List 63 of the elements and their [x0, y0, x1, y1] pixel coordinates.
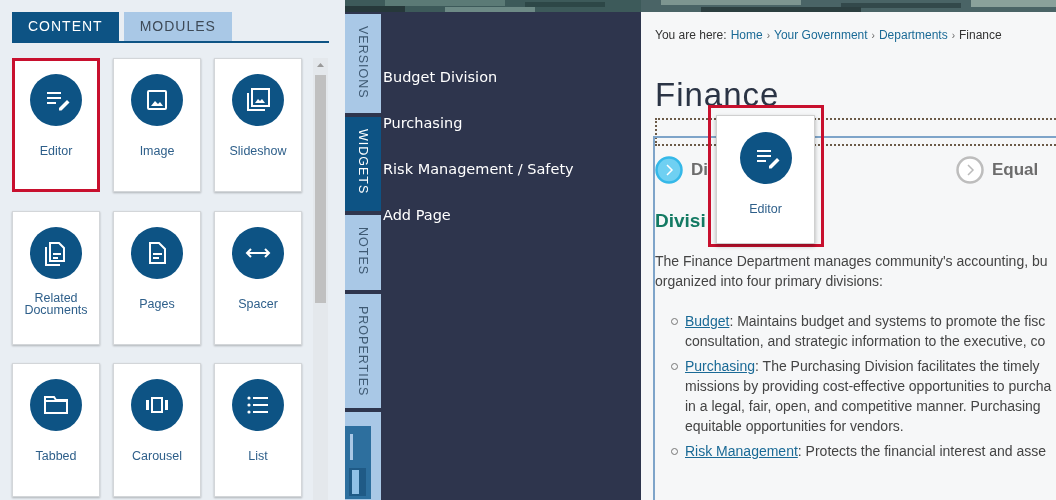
breadcrumb-link[interactable]: Departments [878, 26, 948, 44]
widget-label: Editor [749, 201, 782, 218]
widget-tile[interactable]: List [214, 363, 302, 498]
widget-label: Editor [39, 143, 73, 160]
widget-label: Tabbed [35, 448, 77, 466]
list-item-text: Purchasing: The Purchasing Division facilitates the timely missions by providing cost-effective opportunities to purcha in a legal, fair, open, and competitive manner. Purchasing equitable opportunities for vendors. [685, 357, 1052, 436]
breadcrumb-label: You are here: [655, 27, 727, 44]
panel-tab[interactable]: MODULES [123, 12, 232, 41]
widget-label: Spacer [238, 295, 278, 313]
widget-tile[interactable]: Image [113, 58, 201, 192]
section-tab[interactable]: Di [655, 156, 708, 184]
scrollbar[interactable] [313, 58, 328, 500]
widget-tile[interactable]: Editor [12, 58, 100, 192]
page-icon [131, 226, 183, 279]
chevron-circle-icon [655, 156, 683, 184]
page-link[interactable]: Budget Division [383, 68, 574, 87]
widget-tile[interactable]: Tabbed [12, 363, 100, 498]
page-link[interactable]: Risk Management / Safety [383, 160, 574, 179]
section-heading: Divisi [655, 210, 706, 233]
image-icon [131, 74, 183, 126]
division-link[interactable]: Risk Management [685, 443, 798, 459]
widget-tile[interactable]: Related Documents [12, 210, 100, 345]
section-tab[interactable]: Equal [956, 156, 1039, 184]
side-tab[interactable]: NOTES [345, 215, 381, 290]
breadcrumb-separator: › [766, 28, 770, 43]
widget-tile[interactable]: Spacer [214, 210, 302, 345]
panel-icon [345, 426, 371, 499]
list-item-text: Risk Management: Protects the financial interest and asse [685, 442, 1047, 461]
widget-label: Pages [139, 295, 175, 313]
slideshow-icon [232, 74, 284, 126]
editor-icon [30, 74, 82, 126]
breadcrumb-separator: › [951, 28, 955, 43]
widget-tile[interactable]: Slideshow [214, 58, 302, 192]
spacer-icon [232, 226, 284, 279]
breadcrumb-link[interactable]: Your Government [774, 26, 868, 44]
widget-label: Slideshow [229, 143, 287, 160]
widget-label: Carousel [132, 448, 182, 466]
list-item-text: Budget: Maintains budget and systems to promote the fisc consultation, and strategic information to the executive, co [685, 312, 1046, 351]
list-icon [232, 379, 284, 432]
side-tab[interactable]: PROPERTIES [345, 294, 381, 408]
page-link[interactable]: Add Page [383, 206, 574, 225]
dragged-widget[interactable]: Editor [716, 115, 815, 244]
folder-icon [30, 379, 82, 432]
widget-label: List [248, 448, 268, 466]
breadcrumb-link[interactable]: Home [730, 26, 763, 44]
side-tab[interactable]: VERSIONS [345, 14, 381, 113]
side-tab[interactable]: WIDGETS [345, 117, 381, 211]
page-link[interactable]: Purchasing [383, 114, 574, 133]
division-link[interactable]: Purchasing [685, 358, 756, 374]
paragraph: The Finance Department manages community's accounting, bu organized into four primary divisions: [655, 252, 1049, 291]
widget-label: Image [139, 143, 175, 160]
widget-tile[interactable]: Pages [113, 210, 201, 345]
breadcrumb-current: Finance [959, 27, 1002, 44]
widget-tile[interactable]: Carousel [113, 363, 201, 498]
carousel-icon [131, 379, 183, 432]
documents-icon [30, 226, 82, 279]
widget-label: Related Documents [23, 290, 89, 317]
page-title: Finance [655, 76, 781, 114]
editor-icon [739, 132, 792, 184]
breadcrumb-separator: › [871, 28, 875, 43]
chevron-circle-icon [956, 156, 984, 184]
side-tab[interactable] [345, 412, 381, 500]
panel-tab[interactable]: CONTENT [12, 12, 119, 41]
